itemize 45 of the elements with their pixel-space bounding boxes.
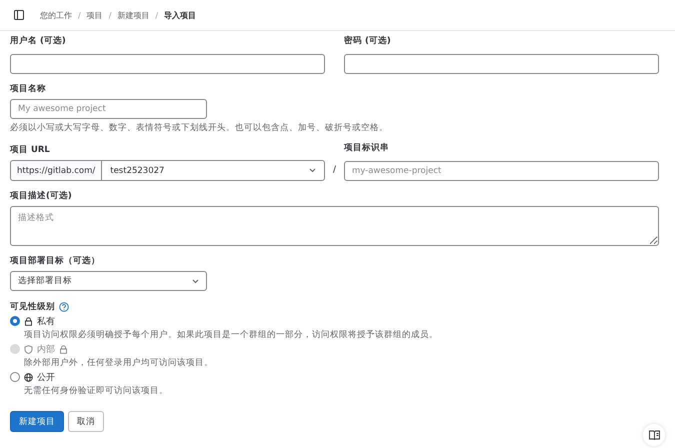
breadcrumb-link[interactable]: 导入项目 [164, 10, 196, 20]
option-label: 公开 [37, 372, 55, 384]
option-label: 内部 [37, 344, 55, 356]
field-label: 项目名称 [10, 83, 47, 95]
chevron-down-icon [192, 278, 199, 284]
radio-button[interactable] [10, 372, 20, 382]
lock-icon [59, 345, 68, 354]
field-label: 密码 (可选) [344, 35, 392, 47]
radio-button[interactable] [10, 316, 20, 326]
breadcrumb-separator: / [78, 10, 81, 20]
cancel-button[interactable]: 取消 [68, 411, 104, 432]
deployment-select[interactable]: 选择部署目标 [10, 271, 207, 291]
chevron-down-icon [309, 168, 316, 173]
path-separator: / [332, 164, 338, 177]
option-description: 项目访问权限必须明确授予每个用户。如果此项目是一个群组的一部分，访问权限将授予该群组的成员。 [24, 329, 439, 341]
option-description: 无需任何身份验证即可访问该项目。 [24, 385, 169, 397]
shield-icon [24, 345, 33, 354]
book-icon [648, 430, 660, 440]
field-label: 项目描述(可选) [10, 190, 73, 202]
breadcrumb-link[interactable]: 项目 [86, 10, 103, 20]
input-field[interactable] [344, 54, 659, 74]
sidebar-toggle-icon[interactable] [14, 10, 24, 20]
field-label: 用户名 (可选) [10, 35, 67, 47]
input-field[interactable] [10, 54, 325, 74]
breadcrumb-link[interactable]: 您的工作 [40, 10, 72, 20]
breadcrumb-separator: / [108, 10, 112, 20]
option-description: 除外部用户外，任何登录用户均可访问该项目。 [24, 357, 214, 369]
breadcrumb-link[interactable]: 新建项目 [117, 10, 150, 20]
field-label: 可见性级别 [10, 301, 55, 313]
input-field[interactable]: my-awesome-project [344, 161, 659, 181]
globe-icon [24, 373, 33, 382]
field-label: 项目标识串 [344, 142, 390, 154]
namespace-select[interactable]: test2523027 [102, 160, 325, 181]
create-button[interactable]: 新建项目 [10, 411, 64, 432]
field-label: 项目 URL [10, 144, 51, 156]
breadcrumb-separator: / [155, 10, 158, 20]
url-prefix: https://gitlab.com/ [10, 160, 102, 181]
book-button[interactable] [643, 424, 665, 446]
lock-icon [24, 317, 33, 326]
field-label: 项目部署目标（可选） [10, 255, 101, 267]
input-field[interactable]: My awesome project [10, 99, 207, 119]
option-label: 私有 [37, 316, 55, 328]
help-text: 必须以小写或大写字母、数字、表情符号或下划线开头。也可以包含点、加号、破折号或空格。 [10, 122, 389, 134]
help-icon[interactable] [59, 302, 69, 312]
description-field[interactable]: 描述格式 [10, 206, 659, 246]
